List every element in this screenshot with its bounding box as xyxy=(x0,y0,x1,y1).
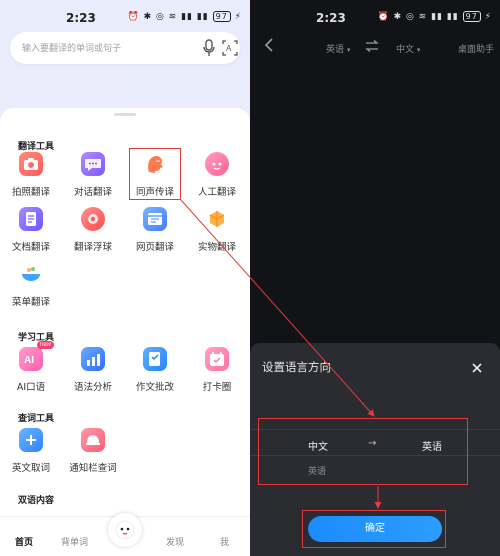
confirm-button[interactable]: 确定 xyxy=(308,516,442,542)
nav-me[interactable]: 我 xyxy=(220,535,229,548)
mascot-icon xyxy=(115,520,135,540)
highlight-box-language-picker xyxy=(258,418,468,485)
tool-label: 语法分析 xyxy=(73,382,112,393)
tool-photo-translate[interactable]: 拍照翻译 xyxy=(1,152,61,206)
essay-correction-icon xyxy=(143,347,167,371)
search-bar[interactable]: 输入要翻译的单词或句子 A xyxy=(10,32,240,64)
menu-bowl-icon xyxy=(19,262,43,286)
desktop-assistant-link[interactable]: 桌面助手 xyxy=(458,42,494,55)
search-placeholder: 输入要翻译的单词或句子 xyxy=(22,44,122,54)
tool-webpage-translate[interactable]: 网页翻译 xyxy=(125,207,185,261)
section-title-lookup-tools: 查词工具 xyxy=(18,414,55,424)
tool-label: 人工翻译 xyxy=(197,187,236,198)
tool-dialog-translate[interactable]: 对话翻译 xyxy=(63,152,123,206)
nav-discover[interactable]: 发现 xyxy=(166,535,184,548)
target-language-label: 中文 xyxy=(396,45,415,55)
human-translator-icon xyxy=(205,152,229,176)
dialog-title: 设置语言方向 xyxy=(262,360,331,374)
microphone-icon[interactable] xyxy=(202,39,216,57)
camera-scan-icon[interactable]: A xyxy=(222,39,238,57)
calendar-checkin-icon xyxy=(205,347,229,371)
target-language-select[interactable]: 中文 ▾ xyxy=(396,42,420,55)
tool-label: 实物翻译 xyxy=(197,242,236,253)
floating-ball-icon xyxy=(81,207,105,231)
status-icons: ⏰ ✱ ◎ ≋ ▮▮ ▮▮ 97 ⚡ xyxy=(127,11,242,22)
webpage-icon xyxy=(143,207,167,231)
source-language-label: 英语 xyxy=(326,45,345,55)
language-direction-dialog: 设置语言方向 中文 → 英语 英语 确定 xyxy=(250,343,500,556)
status-time: 2:23 xyxy=(66,11,96,25)
battery-icon: 97 xyxy=(462,11,481,22)
tool-checkin-circle[interactable]: 打卡圈 xyxy=(187,347,247,401)
tool-word-pick[interactable]: 英文取词 xyxy=(1,428,61,482)
chevron-down-icon: ▾ xyxy=(346,46,351,54)
highlight-box-simultaneous xyxy=(129,148,181,200)
left-screenshot: 2:23 ⏰ ✱ ◎ ≋ ▮▮ ▮▮ 97 ⚡ 输入要翻译的单词或句子 A 翻译… xyxy=(0,0,250,556)
camera-icon xyxy=(19,152,43,176)
tool-menu-translate[interactable]: 菜单翻译 xyxy=(1,262,61,316)
tool-label: AI口语 xyxy=(16,382,46,393)
battery-icon: 97 xyxy=(212,11,231,22)
svg-text:AI: AI xyxy=(24,355,34,366)
back-arrow-icon[interactable] xyxy=(264,38,274,52)
tool-label: 翻译浮球 xyxy=(73,242,112,253)
tool-label: 通知栏查词 xyxy=(69,463,117,474)
tool-label: 作文批改 xyxy=(135,382,174,393)
tool-human-translate[interactable]: 人工翻译 xyxy=(187,152,247,206)
tool-label: 打卡圈 xyxy=(202,382,232,393)
tool-grammar-analysis[interactable]: 语法分析 xyxy=(63,347,123,401)
svg-text:A: A xyxy=(226,44,232,53)
grammar-chart-icon xyxy=(81,347,105,371)
drag-handle[interactable] xyxy=(114,113,136,116)
tool-ai-speaking[interactable]: AI new AI口语 xyxy=(1,341,61,401)
tool-label: 菜单翻译 xyxy=(11,297,50,308)
close-icon[interactable] xyxy=(472,363,482,373)
swap-languages-icon[interactable] xyxy=(365,40,379,52)
interpret-topbar: 英语 ▾ 中文 ▾ 桌面助手 xyxy=(250,38,500,58)
chevron-down-icon: ▾ xyxy=(416,46,421,54)
word-pick-icon xyxy=(19,428,43,452)
tool-essay-correction[interactable]: 作文批改 xyxy=(125,347,185,401)
object-icon xyxy=(205,207,229,231)
section-title-translate-tools: 翻译工具 xyxy=(18,142,55,152)
tool-label: 拍照翻译 xyxy=(11,187,50,198)
status-bar: 2:23 ⏰ ✱ ◎ ≋ ▮▮ ▮▮ 97 ⚡ xyxy=(250,0,500,34)
tool-label: 对话翻译 xyxy=(73,187,112,198)
tool-floating-ball[interactable]: 翻译浮球 xyxy=(63,207,123,261)
new-badge: new xyxy=(37,341,55,349)
source-language-select[interactable]: 英语 ▾ xyxy=(326,42,350,55)
right-screenshot: 2:23 ⏰ ✱ ◎ ≋ ▮▮ ▮▮ 97 ⚡ 英语 ▾ 中文 ▾ 桌面助手 设… xyxy=(250,0,500,556)
chat-bubble-icon xyxy=(81,152,105,176)
tool-object-translate[interactable]: 实物翻译 xyxy=(187,207,247,261)
notification-lookup-icon xyxy=(81,428,105,452)
tool-document-translate[interactable]: 文档翻译 xyxy=(1,207,61,261)
ai-speaking-icon: AI xyxy=(19,347,43,371)
section-title-bilingual: 双语内容 xyxy=(18,496,55,506)
document-icon xyxy=(19,207,43,231)
status-icons: ⏰ ✱ ◎ ≋ ▮▮ ▮▮ 97 ⚡ xyxy=(377,11,492,22)
tool-label: 网页翻译 xyxy=(135,242,174,253)
center-mascot-button[interactable] xyxy=(108,513,142,547)
tool-notification-lookup[interactable]: 通知栏查词 xyxy=(63,428,123,482)
nav-home[interactable]: 首页 xyxy=(15,535,33,548)
tool-label: 英文取词 xyxy=(11,463,50,474)
status-bar: 2:23 ⏰ ✱ ◎ ≋ ▮▮ ▮▮ 97 ⚡ xyxy=(0,0,250,34)
status-time: 2:23 xyxy=(316,11,346,25)
nav-vocabulary[interactable]: 背单词 xyxy=(61,535,88,548)
tool-label: 文档翻译 xyxy=(11,242,50,253)
